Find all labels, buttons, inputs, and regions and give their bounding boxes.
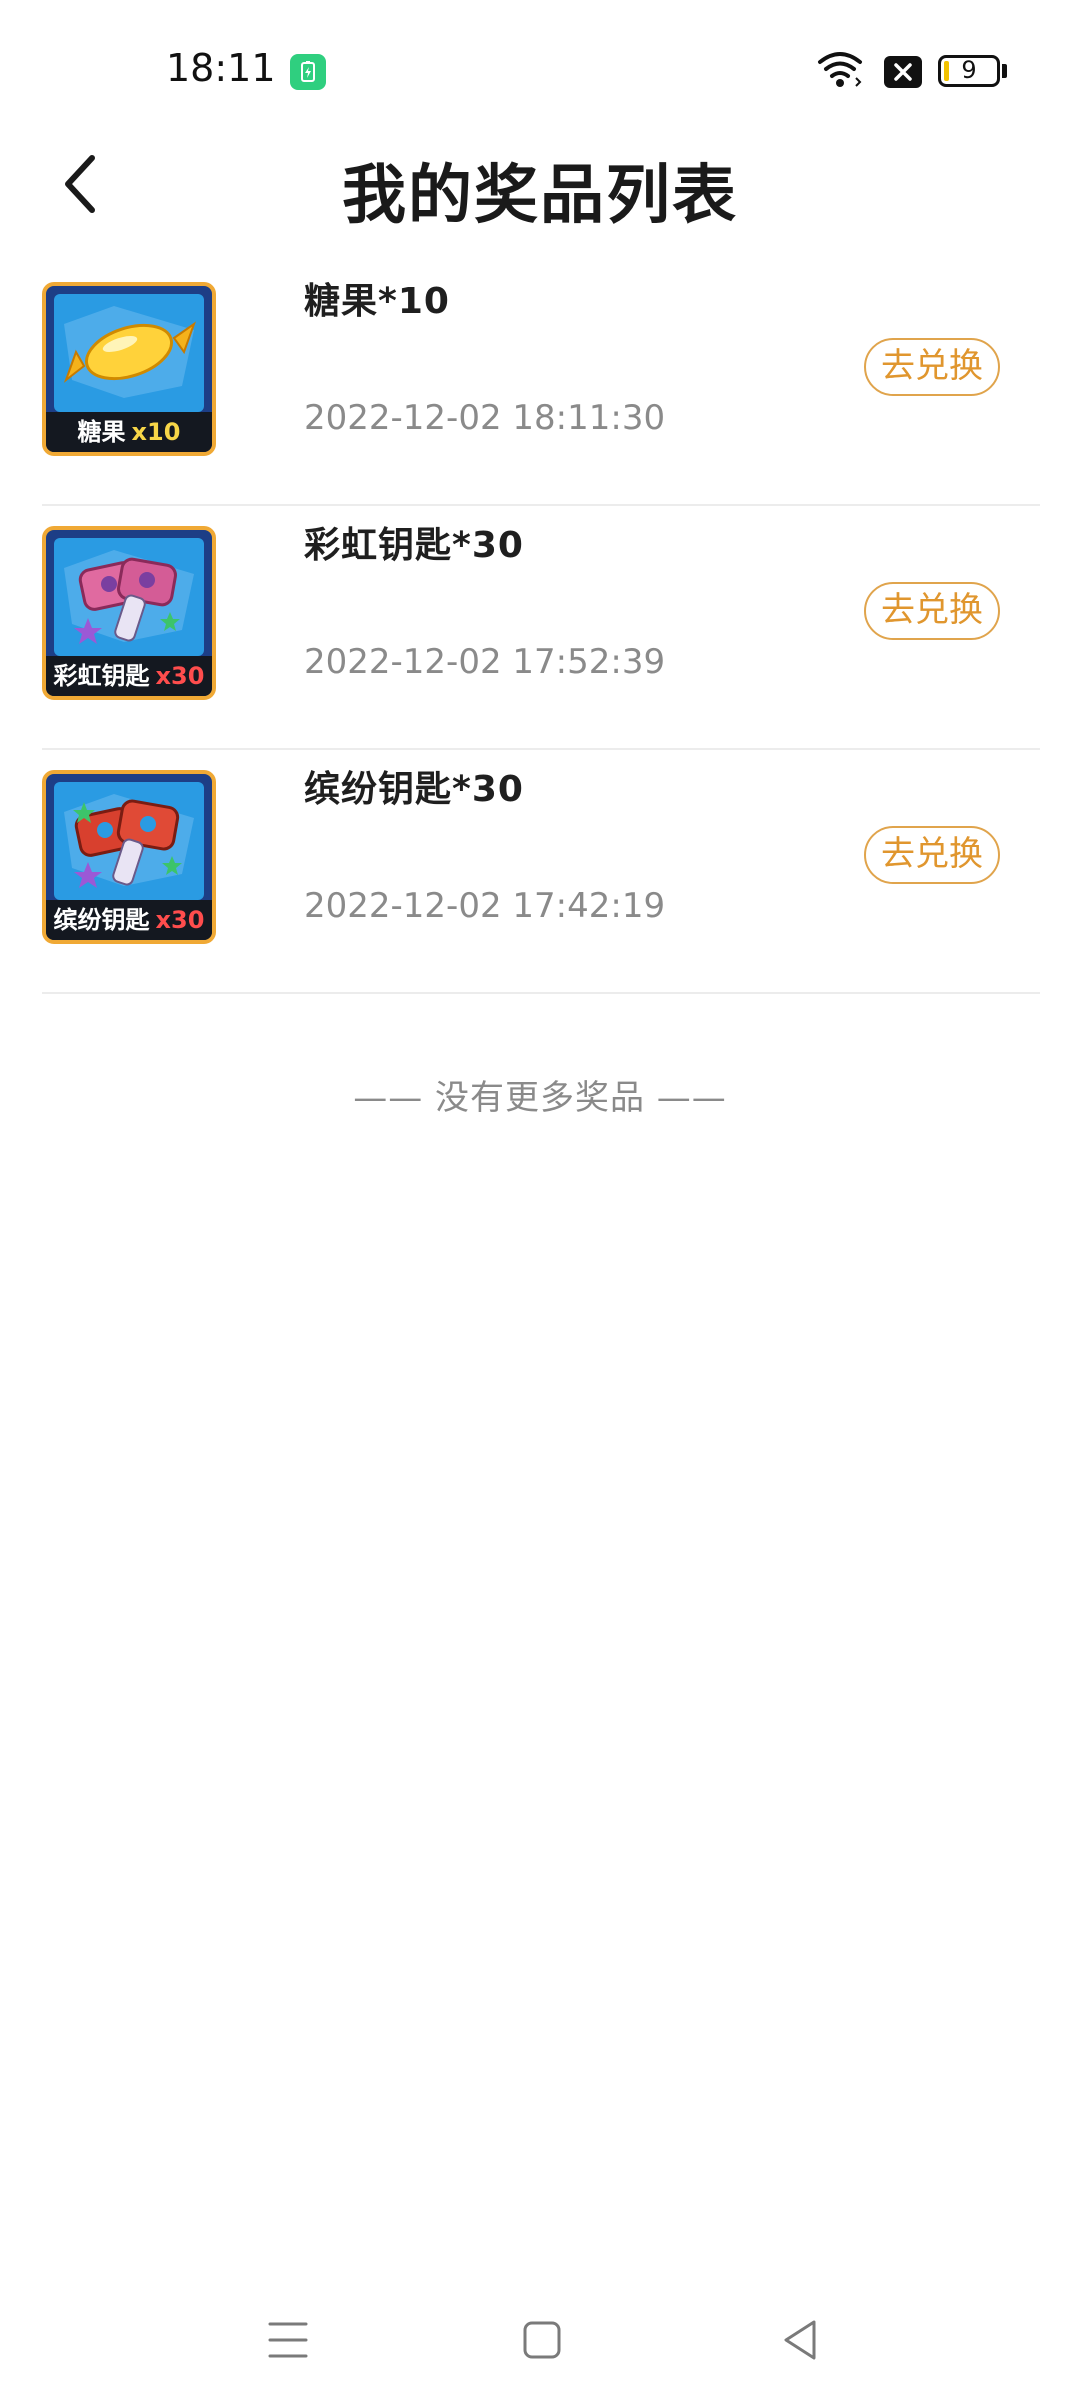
prize-item: 彩虹钥匙 x30 彩虹钥匙*30 2022-12-02 17:52:39 去兑换: [42, 506, 1040, 750]
prize-thumbnail: 缤纷钥匙 x30: [42, 770, 216, 944]
menu-icon[interactable]: [268, 2318, 308, 2366]
prize-time: 2022-12-02 18:11:30: [304, 398, 666, 438]
redeem-button[interactable]: 去兑换: [864, 338, 1000, 396]
colorful-key-icon: [54, 782, 204, 900]
prize-list: 糖果 x10 糖果*10 2022-12-02 18:11:30 去兑换 彩虹钥…: [42, 262, 1040, 994]
prize-name: 彩虹钥匙*30: [304, 525, 524, 566]
nav-bar: [0, 2300, 1080, 2400]
status-bar: 18:11 9: [0, 0, 1080, 140]
header: 我的奖品列表: [0, 130, 1080, 240]
candy-icon: [54, 294, 204, 412]
battery-icon: 9: [938, 55, 1000, 87]
thumb-label: 糖果 x10: [46, 412, 212, 452]
back-triangle-icon[interactable]: [780, 2316, 820, 2368]
thumb-label: 缤纷钥匙 x30: [46, 900, 212, 940]
prize-time: 2022-12-02 17:52:39: [304, 642, 666, 682]
wifi-icon: [816, 50, 864, 94]
redeem-button[interactable]: 去兑换: [864, 826, 1000, 884]
battery-saver-icon: [290, 54, 326, 90]
redeem-button[interactable]: 去兑换: [864, 582, 1000, 640]
thumb-label: 彩虹钥匙 x30: [46, 656, 212, 696]
prize-name: 缤纷钥匙*30: [304, 769, 524, 810]
home-icon[interactable]: [522, 2318, 562, 2366]
status-time: 18:11: [166, 46, 276, 90]
prize-item: 糖果 x10 糖果*10 2022-12-02 18:11:30 去兑换: [42, 262, 1040, 506]
rainbow-key-icon: [54, 538, 204, 656]
prize-thumbnail: 糖果 x10: [42, 282, 216, 456]
prize-thumbnail: 彩虹钥匙 x30: [42, 526, 216, 700]
prize-item: 缤纷钥匙 x30 缤纷钥匙*30 2022-12-02 17:42:19 去兑换: [42, 750, 1040, 994]
prize-name: 糖果*10: [304, 281, 450, 322]
prize-time: 2022-12-02 17:42:19: [304, 886, 666, 926]
no-more-prizes-text: —— 没有更多奖品 ——: [353, 1078, 727, 1118]
close-badge-icon: [884, 56, 922, 88]
battery-tip: [1002, 64, 1007, 78]
page-title: 我的奖品列表: [342, 159, 738, 233]
battery-level: 9: [961, 56, 977, 84]
